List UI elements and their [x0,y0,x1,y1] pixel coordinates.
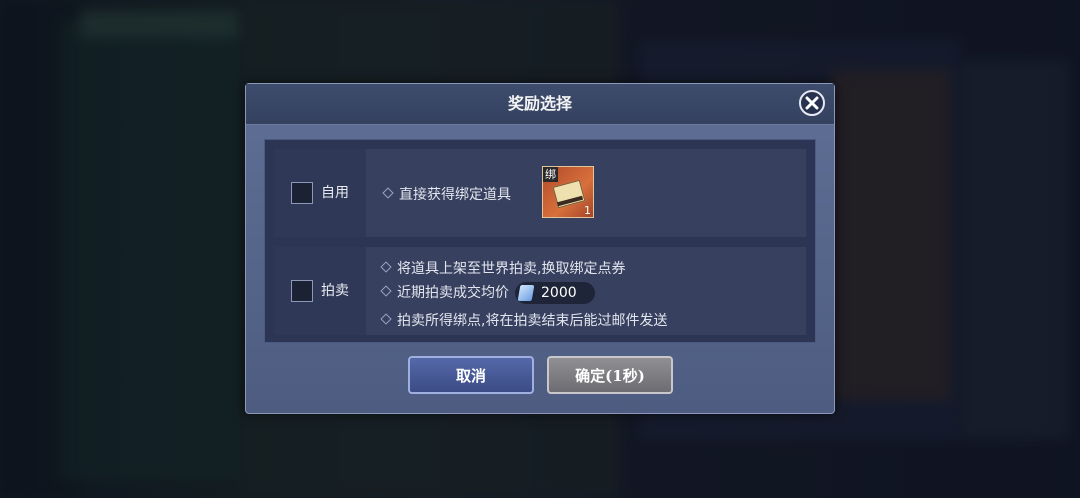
bullet-diamond-icon [380,285,392,297]
auction-label: 拍卖 [321,283,349,299]
auction-bullet-3: 拍卖所得绑点,将在拍卖结束后能过邮件发送 [380,310,667,330]
options-panel: 自用 直接获得绑定道具 绑 1 拍卖 将道具上架至世界拍卖,换取绑定点券 近期拍… [264,139,816,343]
coupon-icon [517,285,535,301]
auction-bullet-2: 近期拍卖成交均价 2000 [380,282,595,304]
auction-checkbox[interactable] [291,280,313,302]
auction-bullet-1: 将道具上架至世界拍卖,换取绑定点券 [380,258,625,278]
avg-price-pill: 2000 [515,282,595,304]
bound-item-slot[interactable]: 绑 1 [542,166,594,218]
self-use-bullet: 直接获得绑定道具 [382,184,511,204]
option-auction-cell: 拍卖 [274,247,366,335]
auction-desc-1: 将道具上架至世界拍卖,换取绑定点券 [397,261,626,277]
bullet-diamond-icon [380,313,392,325]
bullet-diamond-icon [380,261,392,273]
item-quantity: 1 [584,204,591,217]
confirm-button[interactable]: 确定(1秒) [547,356,673,394]
close-button[interactable] [799,90,825,116]
self-use-checkbox[interactable] [291,182,313,204]
avg-price-value: 2000 [541,285,577,301]
bullet-diamond-icon [382,187,394,199]
option-auction: 拍卖 将道具上架至世界拍卖,换取绑定点券 近期拍卖成交均价 2000 拍卖所得绑点… [274,247,806,335]
bound-badge: 绑 [543,167,558,182]
option-self-use: 自用 直接获得绑定道具 绑 1 [274,149,806,237]
reward-selection-dialog: 奖励选择 自用 直接获得绑定道具 绑 1 拍卖 将道具上架至世界拍卖,换取绑定点… [245,83,835,414]
option-self-use-cell: 自用 [274,149,366,237]
auction-desc-2: 近期拍卖成交均价 [397,285,509,301]
auction-desc-3: 拍卖所得绑点,将在拍卖结束后能过邮件发送 [397,313,668,329]
cancel-button[interactable]: 取消 [408,356,534,394]
self-use-desc: 直接获得绑定道具 [399,187,511,203]
dialog-title: 奖励选择 [507,94,572,113]
self-use-label: 自用 [321,185,349,201]
dialog-titlebar: 奖励选择 [246,84,834,125]
close-icon [805,96,819,110]
